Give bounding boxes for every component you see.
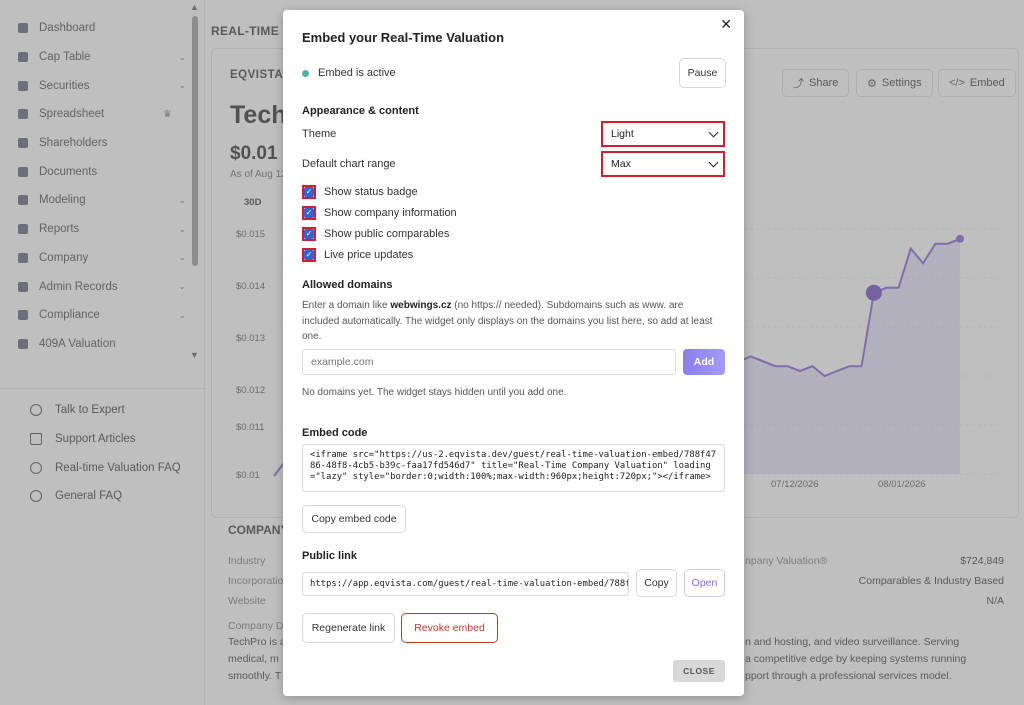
theme-value: Light [611,128,634,140]
copy-link-button[interactable]: Copy [636,569,677,597]
regenerate-link-button[interactable]: Regenerate link [302,613,395,643]
chevron-down-icon [708,157,719,168]
close-icon[interactable]: ✕ [720,16,732,33]
embed-modal: ✕ Embed your Real-Time Valuation Embed i… [283,10,744,696]
revoke-embed-button[interactable]: Revoke embed [401,613,498,643]
add-domain-button[interactable]: Add [683,349,725,375]
check-icon: ✓ [304,229,314,239]
range-label: Default chart range [302,158,396,170]
help-example-domain: webwings.cz [390,300,452,311]
chevron-down-icon [708,127,719,138]
no-domains-text: No domains yet. The widget stays hidden … [302,387,567,398]
checkbox-label: Live price updates [324,249,414,261]
checkbox-label: Show company information [324,207,457,219]
checkbox[interactable]: ✓ [302,248,316,262]
embed-code-heading: Embed code [302,427,368,439]
status-dot-icon [302,69,309,77]
theme-label: Theme [302,128,337,140]
checkbox-row[interactable]: ✓ Show public comparables [302,227,449,241]
check-icon: ✓ [304,208,314,218]
checkbox[interactable]: ✓ [302,206,316,220]
checkbox[interactable]: ✓ [302,227,316,241]
domains-help-text: Enter a domain like webwings.cz (no http… [302,298,714,345]
pause-button[interactable]: Pause [679,58,726,88]
checkbox-label: Show public comparables [324,228,450,240]
open-link-button[interactable]: Open [684,569,725,597]
help-text-pre: Enter a domain like [302,300,391,311]
checkbox-row[interactable]: ✓ Show status badge [302,185,418,199]
check-icon: ✓ [304,250,314,260]
theme-select[interactable]: Light [601,121,725,147]
public-link-field[interactable]: https://app.eqvista.com/guest/real-time-… [302,572,629,596]
domains-heading: Allowed domains [302,279,393,291]
embed-code-textarea[interactable]: <iframe src="https://us-2.eqvista.dev/gu… [302,444,725,492]
checkbox-label: Show status badge [324,186,418,198]
checkbox-row[interactable]: ✓ Show company information [302,206,457,220]
status-text: Embed is active [318,67,396,79]
checkbox-row[interactable]: ✓ Live price updates [302,248,413,262]
chart-range-select[interactable]: Max [601,151,725,177]
appearance-heading: Appearance & content [302,105,419,117]
range-value: Max [611,158,631,170]
modal-title: Embed your Real-Time Valuation [302,30,505,45]
domain-input[interactable] [302,349,676,375]
copy-embed-code-button[interactable]: Copy embed code [302,505,406,533]
checkbox[interactable]: ✓ [302,185,316,199]
embed-status: Embed is active [302,67,396,79]
close-button[interactable]: CLOSE [673,660,725,682]
public-link-heading: Public link [302,550,358,562]
check-icon: ✓ [304,187,314,197]
